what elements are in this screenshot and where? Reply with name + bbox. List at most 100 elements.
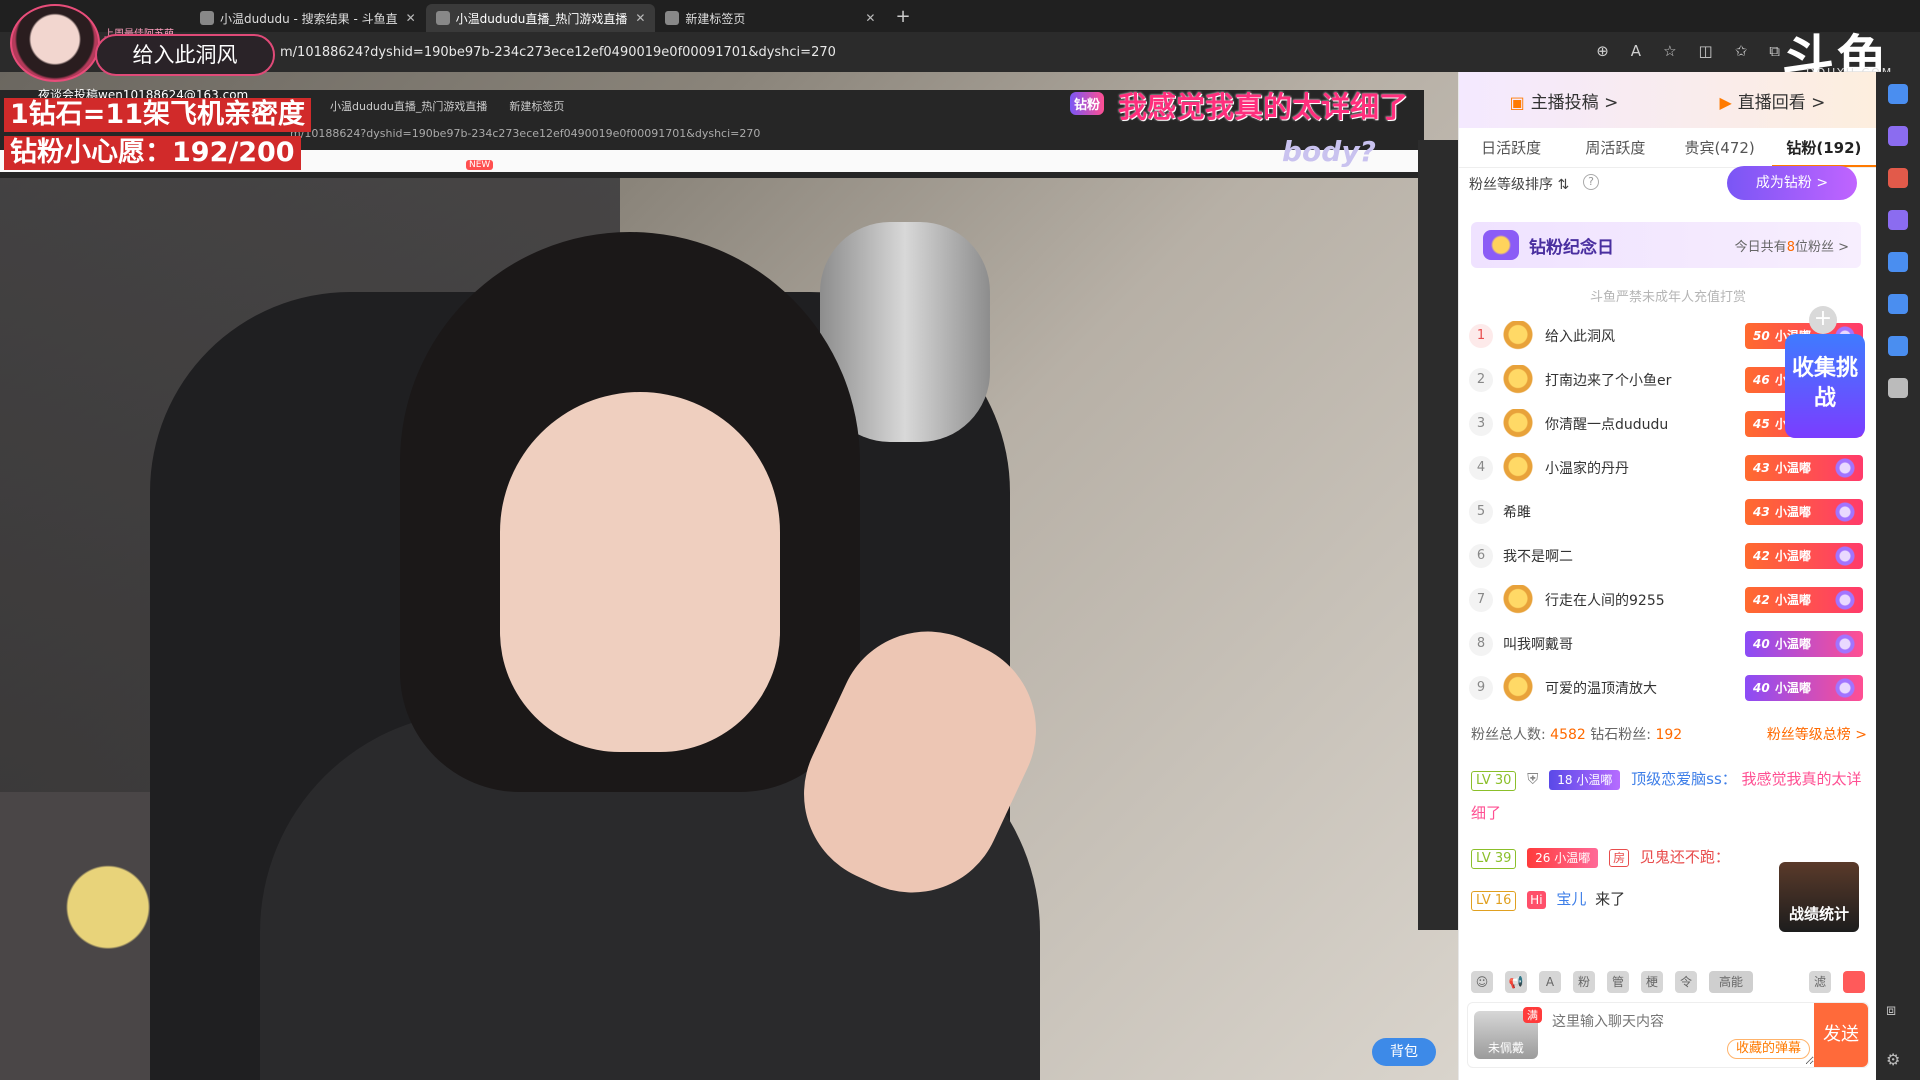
tag-icon[interactable] — [1888, 126, 1908, 146]
chat-username[interactable]: 见鬼还不跑： — [1640, 848, 1730, 866]
gift-icon[interactable] — [1843, 971, 1865, 993]
rank-row[interactable]: 4 小温家的丹丹 43 小温嘟 — [1469, 446, 1865, 490]
browser-sidebar — [1876, 72, 1920, 1080]
panel-tabs: 日活跃度 周活跃度 贵宾(472) 钻粉(192) — [1459, 128, 1876, 168]
live-video[interactable] — [0, 72, 1458, 1080]
manage-button[interactable]: 管 — [1607, 971, 1629, 993]
games-icon[interactable] — [1888, 210, 1908, 230]
anchor-post-label: 主播投稿 > — [1530, 92, 1619, 113]
rank-number: 8 — [1469, 632, 1493, 656]
badge-not-worn[interactable]: 满 未佩戴 — [1474, 1007, 1542, 1059]
chat-input-box: 满 未佩戴 收藏的弹幕 发送 — [1467, 1002, 1869, 1068]
fan-panel: ▣ 主播投稿 > ▶ 直播回看 > 日活跃度 周活跃度 贵宾(472) 钻粉(192… — [1458, 72, 1876, 1080]
tab-diamond-fans[interactable]: 钻粉(192) — [1771, 128, 1876, 167]
fan-level-sort[interactable]: 粉丝等级排序 ⇅ — [1469, 174, 1569, 194]
favorites-icon[interactable]: ✩ — [1735, 42, 1748, 60]
tab-daily-activity[interactable]: 日活跃度 — [1459, 128, 1563, 167]
fan-badge: 26 小温嘟 — [1527, 848, 1599, 868]
collect-challenge-widget[interactable]: 收集挑战 — [1785, 334, 1865, 438]
rank-username: 小温家的丹丹 — [1545, 461, 1629, 477]
chat-username[interactable]: 宝儿 — [1556, 890, 1586, 908]
anchor-post-link[interactable]: ▣ 主播投稿 > — [1510, 88, 1619, 113]
captured-logo: body? — [1282, 135, 1376, 168]
diamond-gem-icon — [1831, 502, 1859, 522]
rank-username: 希雎 — [1503, 505, 1531, 521]
sidebar-layout-icon[interactable]: ⧈ — [1886, 1000, 1900, 1020]
chat-text: 来了 — [1595, 890, 1626, 908]
rank-row[interactable]: 9 可爱的温顶清放大 40 小温嘟 — [1469, 666, 1865, 710]
help-icon[interactable]: ? — [1583, 174, 1599, 190]
read-aloud-icon[interactable]: A — [1631, 42, 1641, 60]
rank-row[interactable]: 5 希雎 43 小温嘟 — [1469, 490, 1865, 534]
saved-danmu-button[interactable]: 收藏的弹幕 — [1726, 1039, 1810, 1059]
send-icon[interactable] — [1888, 336, 1908, 356]
tab-search-results[interactable]: 小温dududu - 搜索结果 - 斗鱼直 ✕ — [190, 4, 426, 32]
count-prefix: 今日共有 — [1734, 239, 1787, 255]
outlook-icon[interactable] — [1888, 294, 1908, 314]
close-icon[interactable]: ✕ — [635, 11, 645, 25]
rank-number: 3 — [1469, 412, 1493, 436]
backpack-button[interactable]: 背包 — [1372, 1038, 1436, 1066]
diamond-anniversary-banner[interactable]: 钻粉纪念日 今日共有8位粉丝 > — [1471, 222, 1861, 268]
battle-stats-widget[interactable]: 战绩统计 — [1779, 862, 1859, 932]
chat-message[interactable]: LV 30 ⛨ 18 小温嘟 顶级恋爱脑ss： 我感觉我真的太详细了 — [1471, 762, 1867, 830]
close-icon[interactable]: ✕ — [865, 11, 875, 25]
replay-link[interactable]: ▶ 直播回看 > — [1719, 88, 1825, 113]
tab-new-tab[interactable]: 新建标签页 ✕ — [655, 4, 885, 32]
copilot-icon[interactable] — [1888, 252, 1908, 272]
fan-badge: 40 小温嘟 — [1745, 631, 1863, 657]
tab-vip[interactable]: 贵宾(472) — [1668, 128, 1772, 167]
count-suffix: 位粉丝 > — [1794, 239, 1849, 255]
send-button[interactable]: 发送 — [1814, 1003, 1868, 1067]
fan-badge: 43 小温嘟 — [1745, 455, 1863, 481]
fan-level-leaderboard-link[interactable]: 粉丝等级总榜 > — [1767, 724, 1867, 744]
chat-username[interactable]: 顶级恋爱脑ss： — [1631, 770, 1737, 788]
briefcase-icon[interactable] — [1888, 168, 1908, 188]
new-tab-button[interactable]: + — [895, 6, 910, 27]
fan-badge-name: 小温嘟 — [1554, 851, 1591, 865]
collect-expand-button[interactable]: + — [1809, 306, 1837, 334]
fan-danmu-button[interactable]: 粉 — [1573, 971, 1595, 993]
tab-live-room[interactable]: 小温dududu直播_热门游戏直播 ✕ — [425, 4, 656, 32]
fan-medal-icon — [1503, 321, 1533, 351]
close-icon[interactable]: ✕ — [406, 11, 416, 25]
add-icon[interactable] — [1888, 378, 1908, 398]
filter-button[interactable]: 滤 — [1809, 971, 1831, 993]
settings-gear-icon[interactable]: ⚙ — [1886, 1050, 1900, 1069]
fan-badge: 42 小温嘟 — [1745, 587, 1863, 613]
fan-badge-level: 40 — [1753, 681, 1770, 695]
become-diamond-fan-button[interactable]: 成为钻粉 > — [1727, 166, 1857, 200]
fan-badge-name: 小温嘟 — [1775, 593, 1812, 607]
search-icon[interactable] — [1888, 84, 1908, 104]
fans-summary: 粉丝总人数: 4582 钻石粉丝: 192 粉丝等级总榜 > — [1471, 724, 1867, 744]
split-screen-icon[interactable]: ◫ — [1699, 42, 1713, 60]
collections-icon[interactable]: ⧉ — [1769, 42, 1780, 60]
chat-toolbar: ☺ 📢 A 粉 管 梗 令 高能 滤 — [1459, 962, 1877, 1002]
rank-number: 1 — [1469, 324, 1493, 348]
high-energy-button[interactable]: 高能 — [1709, 971, 1753, 993]
user-level-badge: LV 39 — [1471, 849, 1517, 869]
broadcast-icon[interactable]: 📢 — [1505, 971, 1527, 993]
fan-badge-name: 小温嘟 — [1775, 505, 1812, 519]
zoom-icon[interactable]: ⊕ — [1596, 42, 1609, 60]
diamond-gem-icon — [1831, 546, 1859, 566]
total-fans-label: 粉丝总人数: — [1471, 727, 1546, 743]
captured-browser-tabs: 小温dududu直播_热门游戏直播 新建标签页 — [330, 98, 564, 114]
diamond-gem-icon — [1831, 634, 1859, 654]
font-icon[interactable]: A — [1539, 971, 1561, 993]
rank-row[interactable]: 6 我不是啊二 42 小温嘟 — [1469, 534, 1865, 578]
command-button[interactable]: 令 — [1675, 971, 1697, 993]
rank-row[interactable]: 8 叫我啊戴哥 40 小温嘟 — [1469, 622, 1865, 666]
rank-number: 4 — [1469, 456, 1493, 480]
meme-button[interactable]: 梗 — [1641, 971, 1663, 993]
panel-header: ▣ 主播投稿 > ▶ 直播回看 > — [1459, 72, 1876, 128]
rank-username: 打南边来了个小鱼er — [1545, 373, 1672, 389]
douyu-favicon-icon — [200, 11, 214, 25]
favorite-star-icon[interactable]: ☆ — [1663, 42, 1676, 60]
rank-row[interactable]: 7 行走在人间的9255 42 小温嘟 — [1469, 578, 1865, 622]
tab-weekly-activity[interactable]: 周活跃度 — [1563, 128, 1667, 167]
emoji-icon[interactable]: ☺ — [1471, 971, 1493, 993]
url-field[interactable]: m/10188624?dyshid=190be97b-234c273ece12e… — [280, 45, 836, 60]
tab-label: 小温dududu - 搜索结果 - 斗鱼直 — [220, 11, 398, 26]
diamond-gem-icon — [1831, 590, 1859, 610]
